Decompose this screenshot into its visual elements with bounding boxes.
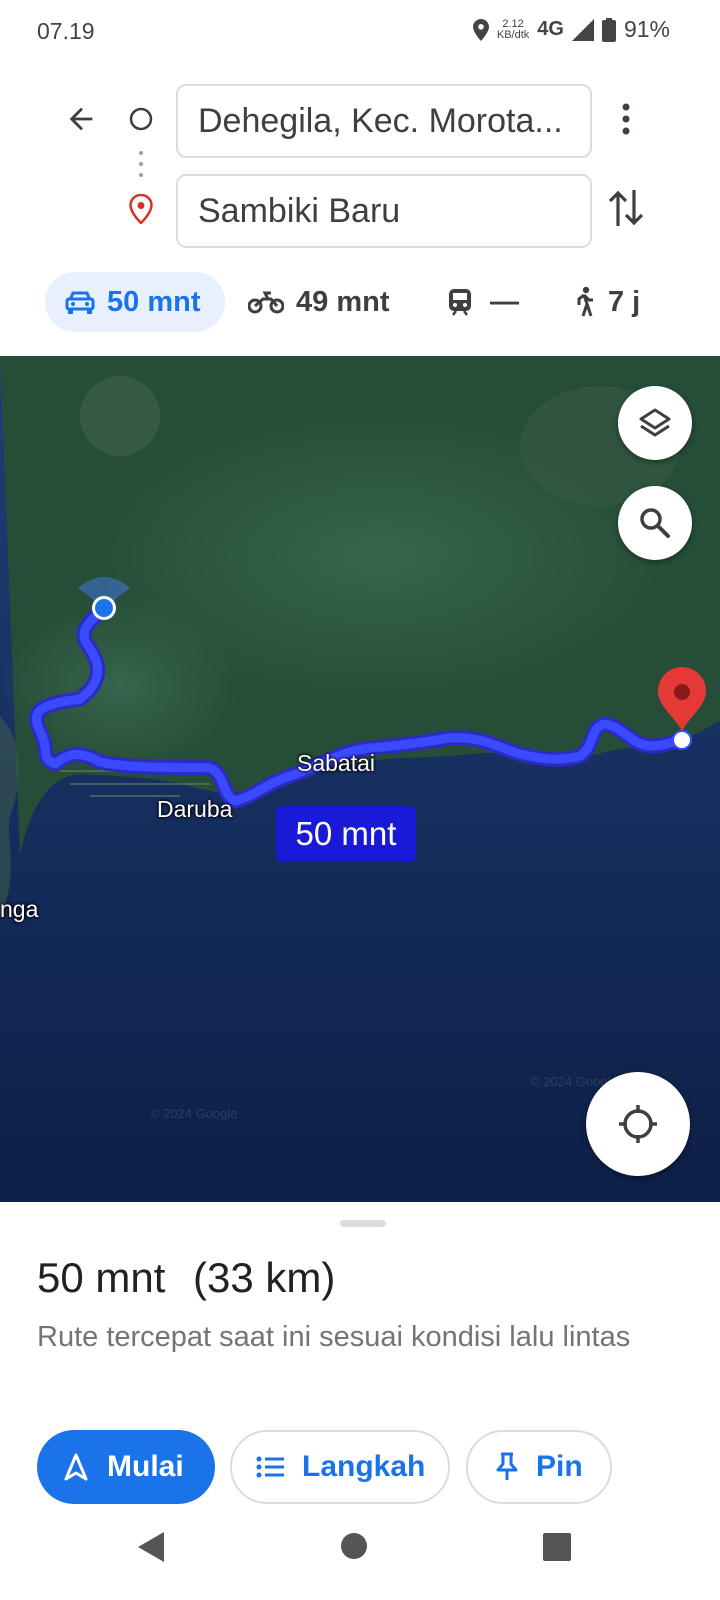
- destination-pin-icon: [129, 194, 153, 224]
- my-location-icon: [619, 1105, 657, 1143]
- destination-dot: [672, 730, 692, 750]
- motorcycle-icon: [248, 291, 284, 314]
- mode-car-label: 50 mnt: [107, 285, 201, 318]
- steps-button[interactable]: Langkah: [230, 1430, 450, 1504]
- origin-dot: [95, 599, 113, 617]
- route-distance: (33 km): [193, 1254, 336, 1301]
- mode-walk-label: 7 j: [608, 285, 641, 318]
- map-label-daruba: Daruba: [157, 796, 233, 822]
- battery-icon: [601, 17, 616, 42]
- swap-icon[interactable]: [608, 188, 644, 228]
- speed-value: 2.12: [502, 17, 524, 30]
- drag-handle[interactable]: [340, 1220, 386, 1227]
- layers-button[interactable]: [618, 386, 692, 460]
- start-button[interactable]: Mulai: [37, 1430, 215, 1504]
- system-navigation-bar: [0, 1506, 720, 1600]
- navigation-arrow-icon: [64, 1453, 88, 1481]
- home-circle-icon[interactable]: [340, 1532, 368, 1560]
- satellite-map: © 2024 Google © 2024 Google: [0, 356, 720, 1202]
- my-location-button[interactable]: [586, 1072, 690, 1176]
- back-triangle-icon[interactable]: [136, 1530, 166, 1564]
- recents-square-icon[interactable]: [542, 1532, 572, 1562]
- transit-icon: [449, 289, 471, 316]
- start-button-label: Mulai: [107, 1450, 184, 1483]
- network-speed: 2.12 KB/dtk: [496, 17, 530, 41]
- search-along-route-button[interactable]: [618, 486, 692, 560]
- status-icons: 2.12 KB/dtk 4G 91%: [472, 16, 670, 43]
- origin-circle-icon: [129, 107, 153, 131]
- pin-icon: [496, 1452, 518, 1480]
- route-eta-callout[interactable]: 50 mnt: [276, 806, 416, 862]
- route-dots-icon: [139, 151, 143, 177]
- travel-mode-tabs: 50 mnt 49 mnt — 7 j: [0, 268, 720, 336]
- map-label-nga: nga: [0, 896, 39, 922]
- mode-tab-transit[interactable]: —: [448, 272, 519, 332]
- location-icon: [472, 18, 489, 41]
- map-view[interactable]: © 2024 Google © 2024 Google Sabatai Daru…: [0, 356, 720, 1202]
- battery-level: 91%: [623, 16, 670, 42]
- route-description: Rute tercepat saat ini sesuai kondisi la…: [37, 1321, 631, 1353]
- steps-button-label: Langkah: [302, 1450, 426, 1483]
- destination-input[interactable]: Sambiki Baru: [176, 174, 592, 248]
- mode-tab-motorcycle[interactable]: 49 mnt: [248, 272, 389, 332]
- search-icon: [640, 508, 670, 538]
- walk-icon: [577, 286, 593, 317]
- speed-unit: KB/dtk: [496, 28, 530, 41]
- route-duration: 50 mnt: [37, 1254, 166, 1301]
- mode-transit-label: —: [490, 285, 519, 318]
- mode-tab-walk[interactable]: 7 j: [572, 272, 640, 332]
- more-options-icon[interactable]: [620, 102, 632, 136]
- status-bar: 07.19 2.12 KB/dtk 4G 91%: [0, 0, 720, 64]
- map-watermark: © 2024 Google: [150, 1106, 238, 1121]
- network-type: 4G: [537, 18, 564, 40]
- signal-icon: [571, 18, 594, 41]
- mode-tab-car[interactable]: 50 mnt: [45, 272, 225, 332]
- mode-motorcycle-label: 49 mnt: [296, 285, 390, 318]
- map-label-sabatai: Sabatai: [297, 750, 376, 776]
- list-icon: [256, 1456, 284, 1478]
- origin-input[interactable]: Dehegila, Kec. Morota...: [176, 84, 592, 158]
- car-icon: [65, 291, 95, 314]
- back-arrow-icon[interactable]: [64, 102, 98, 136]
- pin-button-label: Pin: [536, 1450, 583, 1483]
- layers-icon: [639, 408, 671, 437]
- pin-button[interactable]: Pin: [466, 1430, 612, 1504]
- status-time: 07.19: [37, 18, 95, 44]
